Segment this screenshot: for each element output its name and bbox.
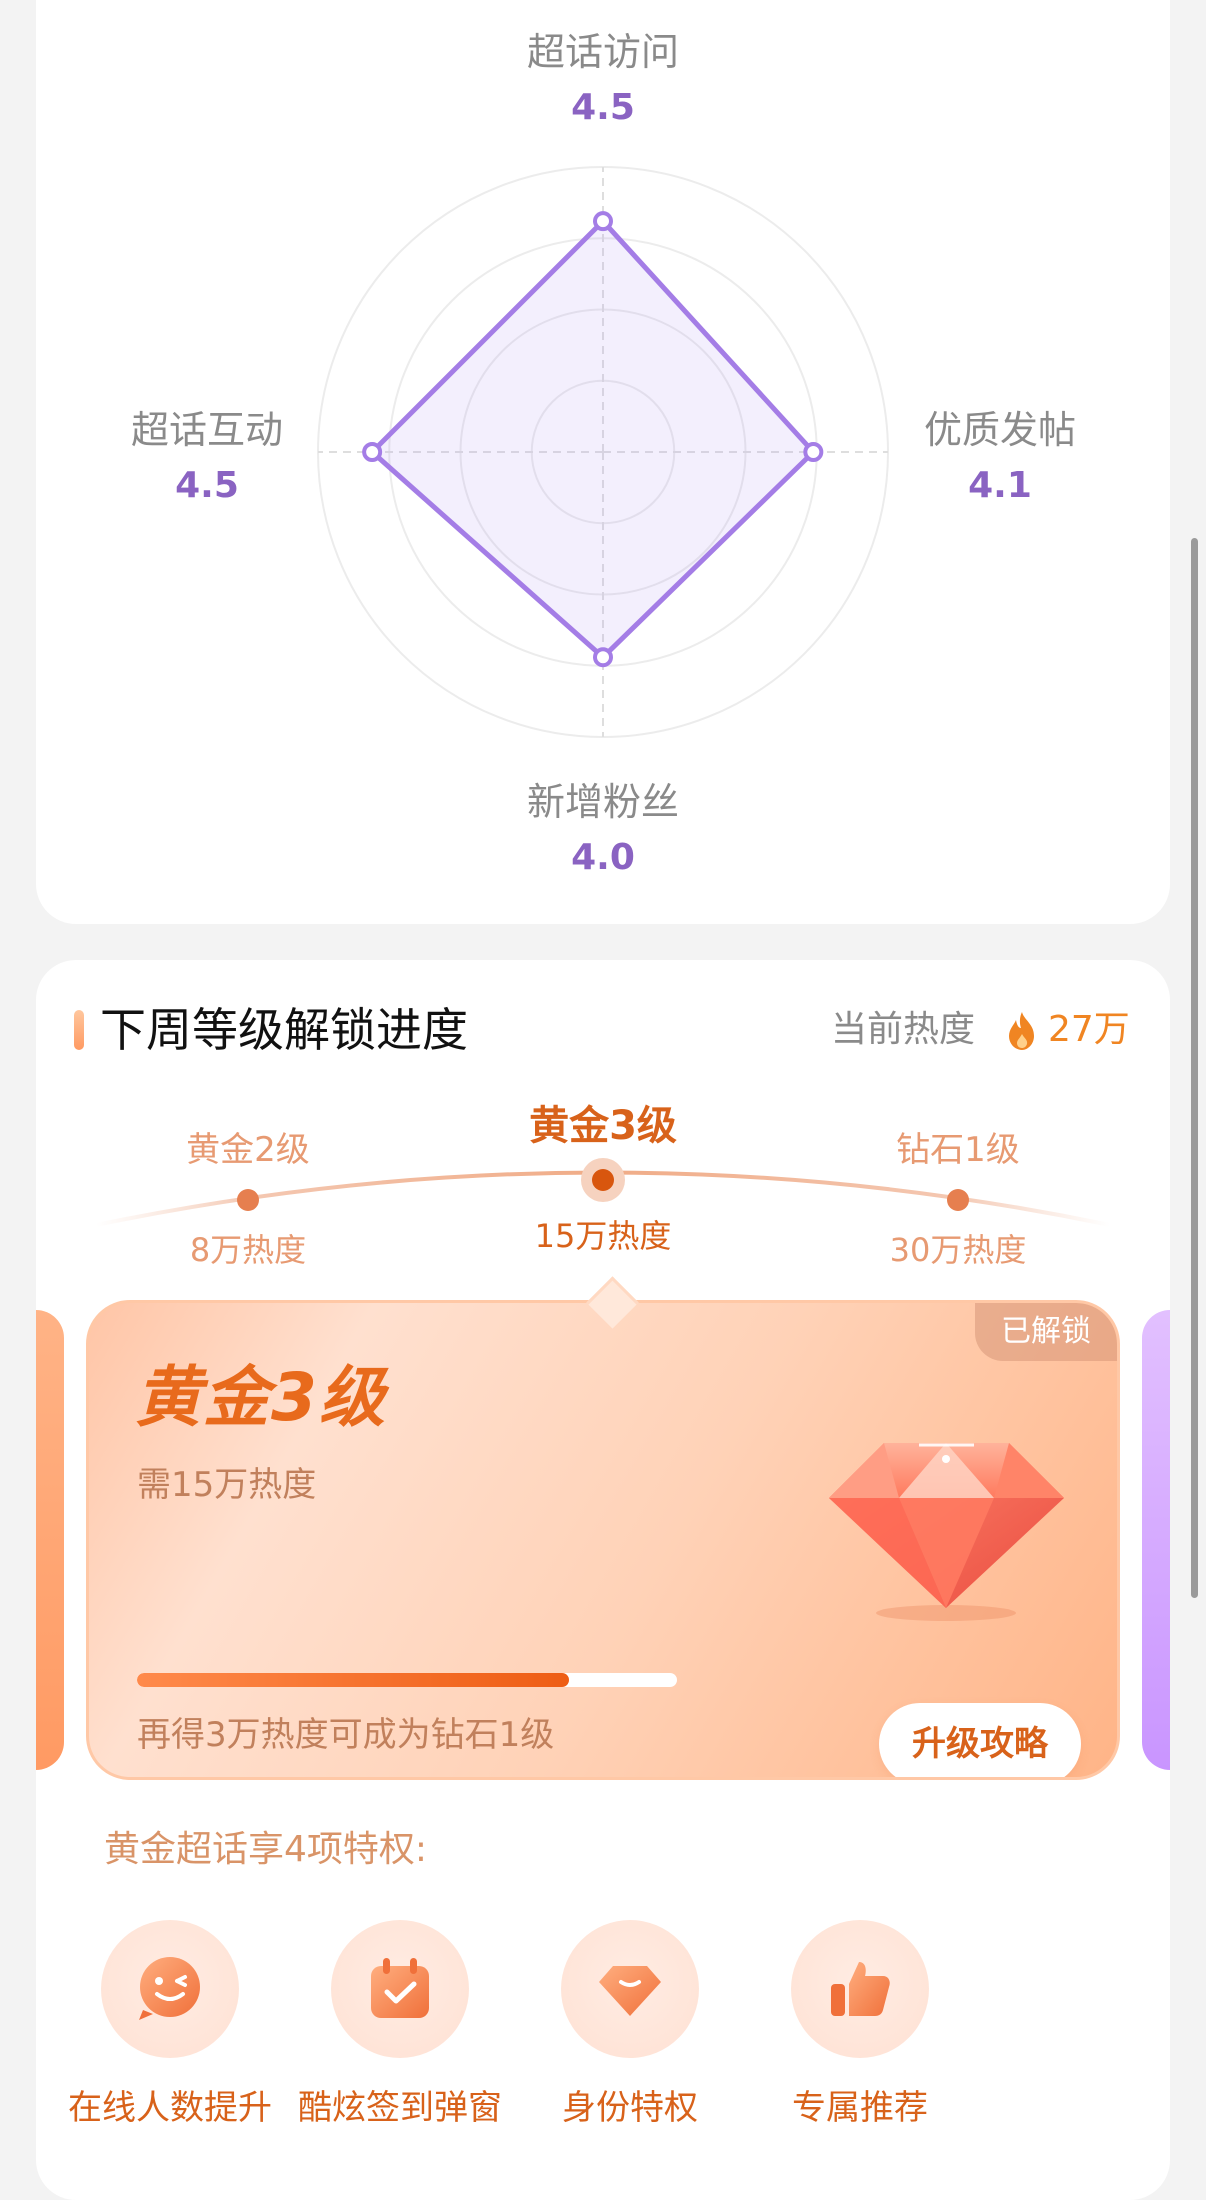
next-level-panel-edge[interactable] — [1142, 1310, 1170, 1770]
axis-label-quality-posts: 优质发帖 — [923, 408, 1076, 452]
perks-title: 黄金超话享4项特权: — [104, 1829, 428, 1870]
axis-value-visits: 4.5 — [571, 87, 635, 128]
level-req-gold2: 8万热度 — [189, 1231, 307, 1269]
calendar-check-icon — [371, 1958, 429, 2018]
thumbs-up-icon — [831, 1962, 890, 2016]
axis-label-new-fans: 新增粉丝 — [526, 780, 679, 824]
level-name-gold2[interactable]: 黄金2级 — [128, 1128, 368, 1172]
scrollbar[interactable] — [1191, 538, 1198, 1598]
radar-series-area — [369, 218, 816, 660]
level-name-gold3[interactable]: 黄金3级 — [483, 1104, 723, 1148]
level-dot-diamond1 — [947, 1189, 969, 1211]
perk-label: 身份特权 — [562, 2088, 698, 2128]
perk-checkin-popup[interactable]: 酷炫签到弹窗 — [286, 1920, 514, 2130]
level-progress-fill — [137, 1673, 569, 1687]
radar-point-4 — [362, 442, 383, 462]
perk-label: 酷炫签到弹窗 — [298, 2088, 502, 2128]
level-panel[interactable]: 已解锁 黄金3级 需15万热度 再得3万热度可成为钻石1级 升级攻略 — [86, 1300, 1120, 1780]
level-name-diamond1[interactable]: 钻石1级 — [838, 1128, 1078, 1172]
panel-requirement: 需15万热度 — [137, 1465, 317, 1505]
axis-value-new-fans: 4.0 — [571, 837, 635, 878]
axis-label-interaction: 超话互动 — [130, 408, 283, 452]
panel-hint: 再得3万热度可成为钻石1级 — [137, 1715, 555, 1755]
wink-face-icon — [139, 1957, 200, 2020]
diamond-badge-icon — [599, 1966, 661, 2016]
perk-online-boost[interactable]: 在线人数提升 — [56, 1920, 284, 2130]
level-dot-gold2 — [237, 1189, 259, 1211]
level-dot-gold3 — [592, 1169, 614, 1191]
radar-point-3 — [593, 647, 613, 668]
perk-label: 专属推荐 — [792, 2088, 928, 2128]
level-card: 下周等级解锁进度 当前热度 27万 黄金2级 8万热度 黄金3级 15万热度 钻… — [36, 960, 1170, 2200]
radar-card: 超话访问 4.5 优质发帖 4.1 新增粉丝 4.0 超话互动 4.5 — [36, 0, 1170, 924]
prev-level-panel-edge[interactable] — [36, 1310, 64, 1770]
panel-level-title: 黄金3级 — [135, 1359, 387, 1436]
axis-value-quality-posts: 4.1 — [968, 465, 1032, 506]
radar-point-2 — [803, 442, 824, 462]
level-req-gold3: 15万热度 — [534, 1217, 672, 1255]
axis-label-visits: 超话访问 — [526, 30, 679, 74]
perk-exclusive-recommend[interactable]: 专属推荐 — [746, 1920, 974, 2130]
level-progress-bar — [137, 1673, 677, 1687]
perk-label: 在线人数提升 — [68, 2088, 272, 2128]
diamond-icon — [829, 1443, 1064, 1621]
radar-point-1 — [593, 211, 613, 232]
axis-value-interaction: 4.5 — [175, 465, 239, 506]
unlocked-badge: 已解锁 — [975, 1303, 1117, 1361]
perk-identity[interactable]: 身份特权 — [516, 1920, 744, 2130]
upgrade-guide-button[interactable]: 升级攻略 — [879, 1703, 1081, 1777]
level-req-diamond1: 30万热度 — [889, 1231, 1027, 1269]
